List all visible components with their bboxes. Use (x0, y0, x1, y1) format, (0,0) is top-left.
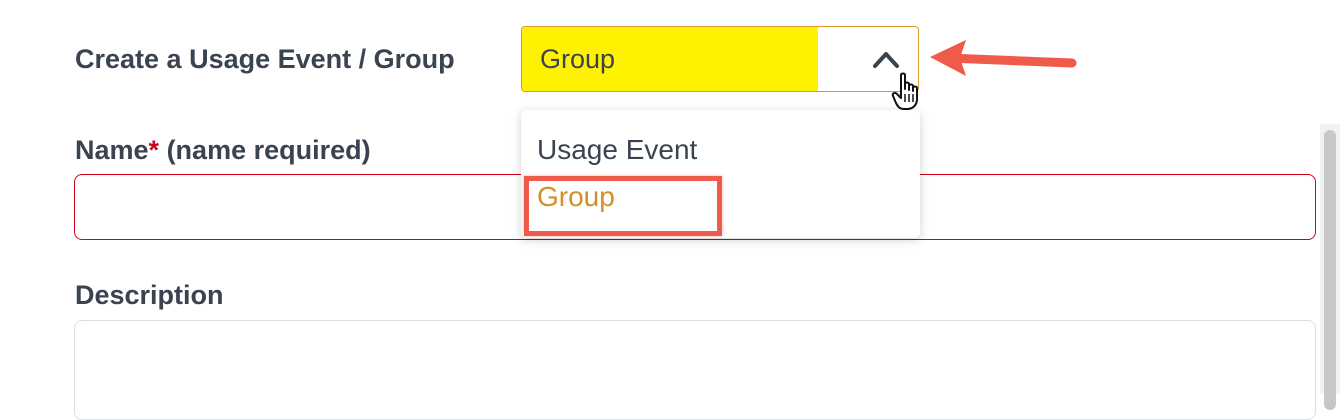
scrollbar[interactable] (1320, 124, 1340, 410)
hand-cursor-icon (891, 72, 918, 110)
annotation-highlight-box (524, 176, 722, 236)
scrollbar-thumb[interactable] (1324, 130, 1336, 410)
name-required-note: (name required) (159, 135, 371, 165)
option-usage-event[interactable]: Usage Event (537, 134, 697, 166)
red-arrow-icon (930, 40, 1077, 76)
usage-type-select-value: Group (540, 44, 616, 74)
name-label-text: Name (75, 135, 149, 165)
description-label: Description (75, 280, 224, 310)
usage-type-select[interactable]: Group (521, 26, 919, 92)
name-label: Name* (name required) (75, 135, 371, 166)
description-textarea[interactable] (74, 320, 1316, 420)
required-asterisk: * (148, 135, 160, 165)
usage-type-label: Create a Usage Event / Group (75, 44, 455, 74)
chevron-up-icon[interactable] (872, 49, 900, 69)
